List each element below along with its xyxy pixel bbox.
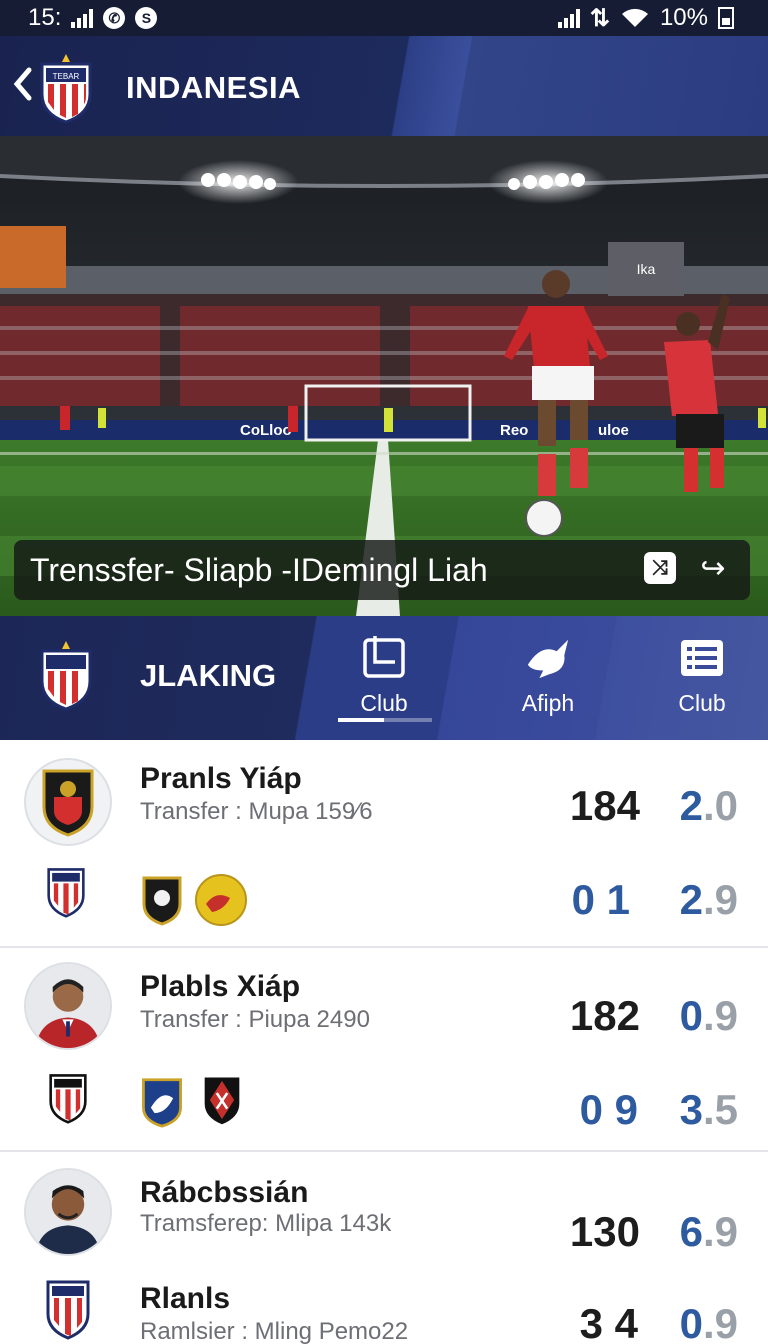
player-rating: 0.9 bbox=[679, 992, 738, 1039]
player-rating-secondary: 2.9 bbox=[679, 876, 738, 923]
player-avatar bbox=[24, 962, 112, 1050]
signal-icon bbox=[557, 8, 580, 28]
player-transfer: Transfer : Mupa 159⁄6 bbox=[140, 798, 373, 825]
status-bar: 15: ✆ S ⇅ 10% bbox=[0, 0, 768, 36]
player-transfer: Tramsferep: Mlipa 143k bbox=[140, 1210, 392, 1237]
chevron-left-icon bbox=[13, 67, 32, 101]
status-left: 15: ✆ S bbox=[28, 4, 158, 32]
shuffle-icon[interactable]: ⤨ bbox=[644, 552, 676, 584]
bird-icon bbox=[524, 634, 572, 682]
club-crest-icon bbox=[142, 1078, 182, 1128]
tab-label: Afiph bbox=[521, 690, 575, 716]
club-crest-icon bbox=[46, 1280, 90, 1340]
player-rating-secondary: 3.5 bbox=[679, 1086, 738, 1133]
player-card[interactable]: Plabls Xiáp Transfer : Piupa 2490 182 0.… bbox=[0, 948, 768, 1152]
player-name: Rábcbssián bbox=[140, 1176, 309, 1209]
tab-indicator bbox=[338, 718, 432, 722]
ad-board-right: Reo bbox=[500, 422, 528, 439]
club-crest-icon bbox=[49, 1074, 87, 1124]
club-card-icon bbox=[360, 634, 408, 682]
svg-text:TEBAR: TEBAR bbox=[53, 72, 80, 81]
player-stat: 182 bbox=[569, 992, 640, 1039]
hero-caption[interactable]: Trenssfer- Sliapb -IDemingl Liah ⤨ ↪ bbox=[14, 540, 750, 600]
tab-bar: JLAKING Club Afiph Club bbox=[0, 616, 768, 740]
caption-actions: ⤨ ↪ bbox=[644, 552, 730, 586]
player-name: Plabls Xiáp bbox=[140, 970, 301, 1003]
player-stat: 184 bbox=[569, 782, 640, 829]
player-stat-secondary: 0 1 bbox=[571, 876, 630, 923]
status-time: 15: bbox=[28, 4, 62, 31]
ad-board-far-right: uloe bbox=[598, 422, 629, 439]
player-rating: 2.0 bbox=[679, 782, 738, 829]
hero-banner[interactable]: Ika CoLloo Reo uloe Trenssfer- Sliapb -I… bbox=[0, 136, 768, 616]
player-club-badge bbox=[24, 758, 112, 846]
player-transfer: Transfer : Piupa 2490 bbox=[140, 1006, 370, 1033]
whatsapp-icon: ✆ bbox=[103, 7, 126, 29]
share-arrow-icon[interactable]: ↪ bbox=[696, 552, 730, 586]
player-avatar bbox=[24, 1168, 112, 1256]
tab-club[interactable]: Club bbox=[334, 634, 434, 717]
list-icon bbox=[678, 634, 726, 682]
screen-text: Ika bbox=[637, 261, 656, 277]
league-title: JLAKING bbox=[140, 658, 277, 693]
club-crest-icon bbox=[204, 1077, 240, 1125]
back-button[interactable] bbox=[6, 66, 40, 106]
club-crest-icon bbox=[195, 874, 247, 926]
player-transfer-secondary: Ramlsier : Mling Pemo22 bbox=[140, 1318, 409, 1344]
page-title: INDANESIA bbox=[126, 70, 302, 105]
club-crest-icon bbox=[47, 868, 85, 918]
battery-percent: 10% bbox=[659, 4, 708, 31]
player-card[interactable]: Rábcbssián Tramsferep: Mlipa 143k 130 6.… bbox=[0, 1152, 768, 1344]
club-crest-icon bbox=[142, 876, 182, 926]
tab-label: Club bbox=[678, 690, 726, 716]
tab-club-list[interactable]: Club bbox=[652, 634, 752, 717]
caption-text: Trenssfer- Sliapb -IDemingl Liah bbox=[30, 551, 488, 588]
status-right: ⇅ 10% bbox=[557, 4, 734, 33]
player-card[interactable]: Pranls Yiáp Transfer : Mupa 159⁄6 184 2.… bbox=[0, 740, 768, 948]
player-rating-secondary: 0.9 bbox=[679, 1300, 738, 1344]
player-stat-secondary: 3 4 bbox=[579, 1300, 638, 1344]
player-name: Pranls Yiáp bbox=[140, 762, 302, 795]
league-crest-logo bbox=[40, 641, 92, 711]
tab-afiph[interactable]: Afiph bbox=[498, 634, 598, 717]
signal-icon bbox=[71, 8, 94, 28]
battery-icon bbox=[718, 7, 734, 29]
player-rating: 6.9 bbox=[679, 1208, 738, 1255]
data-icon: ⇅ bbox=[589, 4, 610, 32]
app-bar: TEBAR INDANESIA bbox=[0, 36, 768, 136]
shazam-icon: S bbox=[135, 7, 158, 29]
player-stat-secondary: 0 9 bbox=[579, 1086, 638, 1133]
player-name-secondary: Rlanls bbox=[140, 1282, 231, 1315]
club-crest-logo: TEBAR bbox=[40, 54, 92, 124]
player-stat: 130 bbox=[569, 1208, 640, 1255]
wifi-icon bbox=[621, 8, 648, 27]
tab-label: Club bbox=[360, 690, 408, 716]
ad-board-left: CoLloo bbox=[240, 422, 292, 439]
